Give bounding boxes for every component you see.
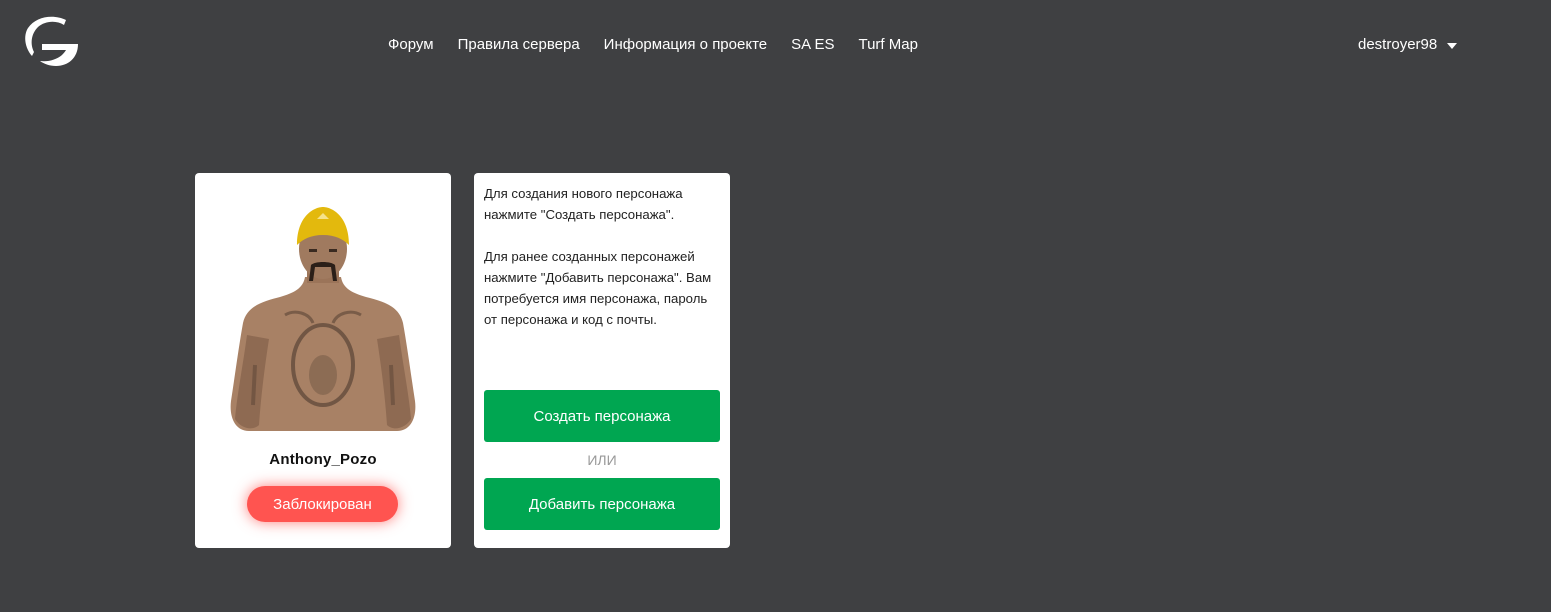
instructions: Для создания нового персонажа нажмите "С…	[484, 183, 724, 351]
caret-down-icon	[1447, 43, 1458, 49]
status-badge: Заблокирован	[247, 486, 398, 522]
create-character-button[interactable]: Создать персонажа	[484, 390, 720, 442]
main-nav: Форум Правила сервера Информация о проек…	[388, 36, 918, 53]
add-character-card: Для создания нового персонажа нажмите "С…	[474, 173, 730, 548]
character-avatar	[230, 207, 416, 431]
instructions-add: Для ранее созданных персонажей нажмите "…	[484, 249, 712, 327]
nav-project-info[interactable]: Информация о проекте	[604, 36, 767, 53]
g-logo-icon	[25, 16, 78, 66]
user-menu[interactable]: destroyer98	[1358, 36, 1458, 53]
instructions-create: Для создания нового персонажа нажмите "С…	[484, 186, 683, 222]
nav-sa-es[interactable]: SA ES	[791, 36, 834, 53]
nav-server-rules[interactable]: Правила сервера	[458, 36, 580, 53]
nav-forum[interactable]: Форум	[388, 36, 434, 53]
site-logo[interactable]	[22, 14, 82, 68]
username: destroyer98	[1358, 36, 1438, 53]
add-character-button[interactable]: Добавить персонажа	[484, 478, 720, 530]
or-separator: ИЛИ	[587, 452, 617, 468]
nav-turf-map[interactable]: Turf Map	[858, 36, 917, 53]
character-name: Anthony_Pozo	[269, 451, 377, 468]
character-card[interactable]: Anthony_Pozo Заблокирован	[195, 173, 451, 548]
